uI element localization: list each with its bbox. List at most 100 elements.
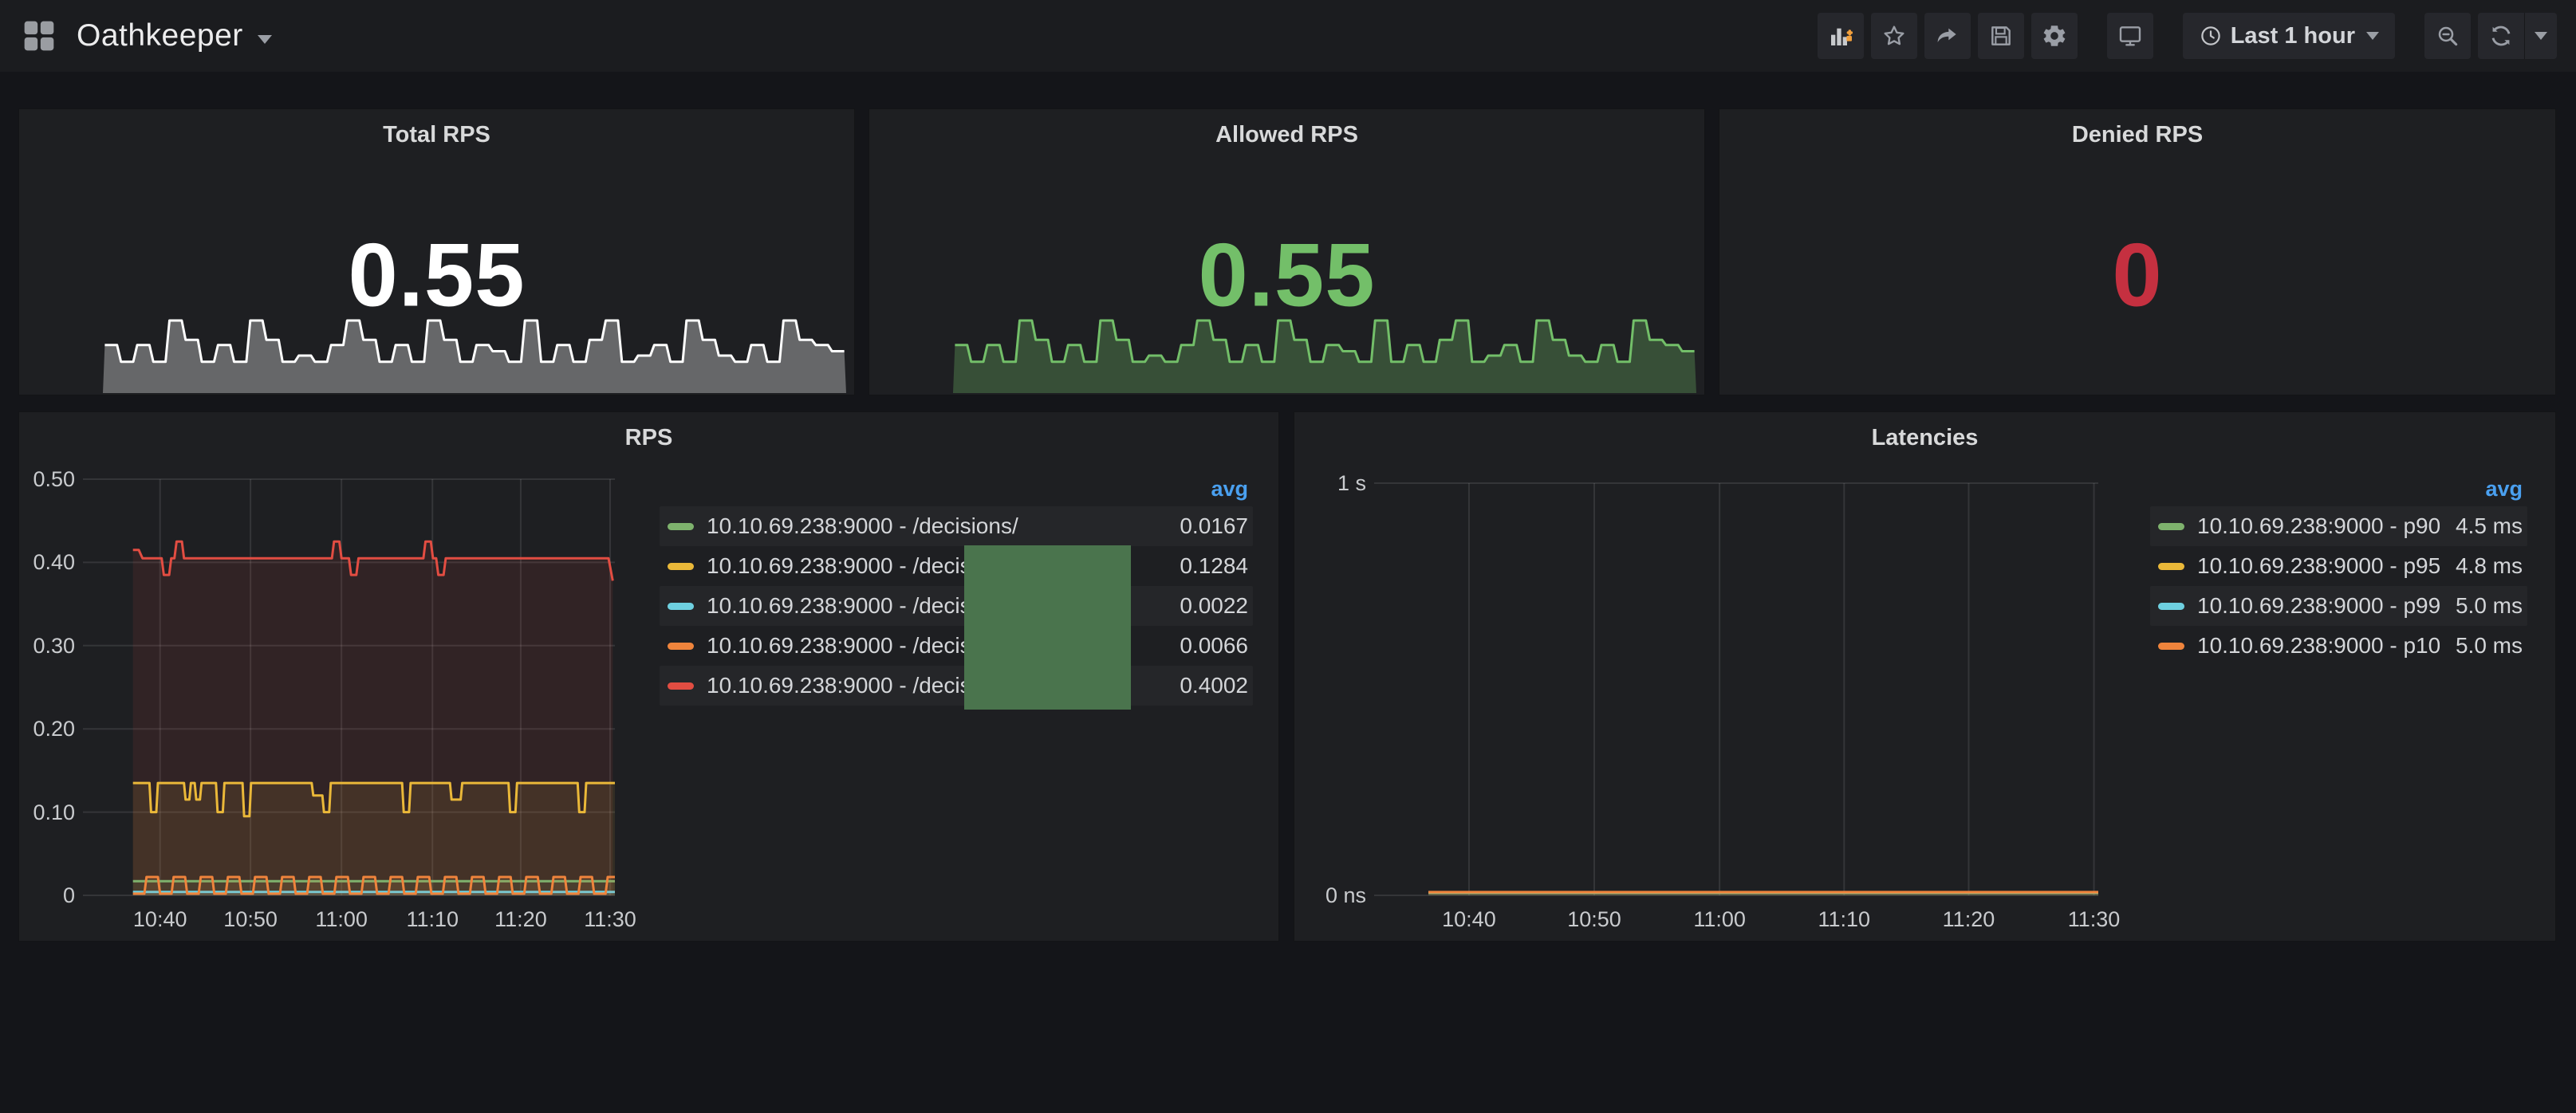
y-axis-tick: 0.50 [0, 466, 75, 492]
series-color-swatch[interactable] [2158, 643, 2184, 650]
legend-row[interactable]: 10.10.69.238:9000 - /decisions/0.1284 [660, 546, 1253, 586]
panel-title[interactable]: RPS [19, 425, 1278, 451]
series-color-swatch[interactable] [668, 563, 694, 570]
refresh-icon [2488, 23, 2514, 49]
dashboard-grid-icon[interactable] [21, 18, 57, 53]
rps-legend: avg 10.10.69.238:9000 - /decisions/0.016… [660, 471, 1253, 706]
series-label[interactable]: 10.10.69.238:9000 - /decisions/ [707, 513, 1018, 539]
panel-total-rps: Total RPS 0.55 [18, 108, 855, 395]
panel-title[interactable]: Latencies [1294, 425, 2555, 451]
panel-title[interactable]: Denied RPS [1719, 122, 2555, 148]
dashboard-title-dropdown[interactable]: Oathkeeper [77, 18, 272, 53]
chevron-down-icon [258, 35, 272, 44]
zoom-out-icon [2435, 23, 2460, 49]
series-avg-value: 5.0 ms [2440, 593, 2523, 619]
gear-icon [2041, 22, 2068, 49]
dashboard-title: Oathkeeper [77, 18, 243, 53]
legend-row[interactable]: 10.10.69.238:9000 - p1005.0 ms [2150, 626, 2527, 666]
y-axis-tick: 0.30 [0, 633, 75, 659]
refresh-button-group [2478, 13, 2557, 59]
time-range-label: Last 1 hour [2231, 23, 2355, 49]
series-avg-value: 4.5 ms [2440, 513, 2523, 539]
series-color-swatch[interactable] [2158, 523, 2184, 530]
x-axis-tick: 11:00 [1668, 907, 1771, 932]
star-icon [1881, 23, 1907, 49]
chevron-down-icon [2535, 32, 2547, 40]
refresh-interval-dropdown[interactable] [2525, 13, 2557, 59]
series-avg-value: 0.0167 [1164, 513, 1248, 539]
x-axis-tick: 10:40 [1417, 907, 1521, 932]
x-axis-tick: 11:00 [290, 907, 393, 932]
series-color-swatch[interactable] [2158, 603, 2184, 610]
time-range-picker[interactable]: Last 1 hour [2183, 13, 2395, 59]
latencies-chart[interactable] [1374, 483, 2098, 895]
series-color-swatch[interactable] [2158, 563, 2184, 570]
latencies-legend: avg 10.10.69.238:9000 - p904.5 ms10.10.6… [2150, 471, 2527, 666]
y-axis-tick: 0.10 [0, 800, 75, 825]
navbar: Oathkeeper [0, 0, 2576, 72]
green-overlay-box [964, 545, 1131, 710]
series-avg-value: 0.4002 [1164, 673, 1248, 698]
grafana-dashboard: Oathkeeper [0, 0, 2576, 1113]
panel-allowed-rps: Allowed RPS 0.55 [869, 108, 1705, 395]
settings-button[interactable] [2031, 13, 2078, 59]
series-avg-value: 5.0 ms [2440, 633, 2523, 659]
legend-row[interactable]: 10.10.69.238:9000 - p954.8 ms [2150, 546, 2527, 586]
series-avg-value: 0.0066 [1164, 633, 1248, 659]
stat-value-denied-rps: 0 [1719, 223, 2555, 326]
legend-row[interactable]: 10.10.69.238:9000 - p904.5 ms [2150, 506, 2527, 546]
tv-mode-button[interactable] [2107, 13, 2153, 59]
series-color-swatch[interactable] [668, 523, 694, 530]
panel-title[interactable]: Allowed RPS [869, 122, 1704, 148]
series-avg-value: 0.1284 [1164, 553, 1248, 579]
series-label[interactable]: 10.10.69.238:9000 - p90 [2197, 513, 2440, 539]
panel-latencies-graph: Latencies 1 s0 ns10:4010:5011:0011:1011:… [1294, 411, 2556, 942]
series-label[interactable]: 10.10.69.238:9000 - p95 [2197, 553, 2440, 579]
zoom-out-button[interactable] [2424, 13, 2471, 59]
x-axis-tick: 11:30 [558, 907, 662, 932]
legend-row[interactable]: 10.10.69.238:9000 - /decisions/0.0066 [660, 626, 1253, 666]
navbar-left: Oathkeeper [0, 18, 272, 53]
panel-title[interactable]: Total RPS [19, 122, 854, 148]
y-axis-tick: 0.20 [0, 716, 75, 741]
x-axis-tick: 10:40 [108, 907, 212, 932]
x-axis-tick: 11:20 [1916, 907, 2020, 932]
chevron-down-icon [2366, 32, 2379, 40]
panel-denied-rps: Denied RPS 0 [1719, 108, 2556, 395]
clock-icon [2199, 24, 2223, 48]
total-rps-sparkline[interactable] [103, 299, 846, 393]
series-label[interactable]: 10.10.69.238:9000 - p99 [2197, 593, 2440, 619]
series-label[interactable]: 10.10.69.238:9000 - p100 [2197, 633, 2440, 659]
legend-row[interactable]: 10.10.69.238:9000 - p995.0 ms [2150, 586, 2527, 626]
series-color-swatch[interactable] [668, 682, 694, 690]
share-button[interactable] [1924, 13, 1971, 59]
legend-header-avg[interactable]: avg [2150, 471, 2527, 506]
y-axis-tick: 0 [0, 883, 75, 908]
legend-rows: 10.10.69.238:9000 - p904.5 ms10.10.69.23… [2150, 506, 2527, 666]
legend-row[interactable]: 10.10.69.238:9000 - /decisions/0.0022 [660, 586, 1253, 626]
x-axis-tick: 10:50 [1542, 907, 1646, 932]
legend-row[interactable]: 10.10.69.238:9000 - /decisions/0.4002 [660, 666, 1253, 706]
share-icon [1935, 23, 1960, 49]
monitor-icon [2117, 23, 2143, 49]
series-avg-value: 0.0022 [1164, 593, 1248, 619]
series-avg-value: 4.8 ms [2440, 553, 2523, 579]
x-axis-tick: 10:50 [199, 907, 302, 932]
y-axis-tick: 0 ns [1255, 883, 1366, 908]
legend-row[interactable]: 10.10.69.238:9000 - /decisions/0.0167 [660, 506, 1253, 546]
series-color-swatch[interactable] [668, 643, 694, 650]
add-panel-button[interactable] [1818, 13, 1864, 59]
save-button[interactable] [1978, 13, 2024, 59]
series-color-swatch[interactable] [668, 603, 694, 610]
x-axis-tick: 11:30 [2042, 907, 2146, 932]
save-icon [1988, 23, 2014, 49]
panel-rps-graph: RPS 0.500.400.300.200.10010:4010:5011:00… [18, 411, 1279, 942]
allowed-rps-sparkline[interactable] [953, 299, 1696, 393]
legend-rows: 10.10.69.238:9000 - /decisions/0.016710.… [660, 506, 1253, 706]
rps-chart[interactable] [83, 479, 615, 895]
x-axis-tick: 11:20 [469, 907, 573, 932]
legend-header-avg[interactable]: avg [660, 471, 1253, 506]
star-button[interactable] [1871, 13, 1917, 59]
y-axis-tick: 0.40 [0, 549, 75, 575]
refresh-button[interactable] [2478, 13, 2524, 59]
